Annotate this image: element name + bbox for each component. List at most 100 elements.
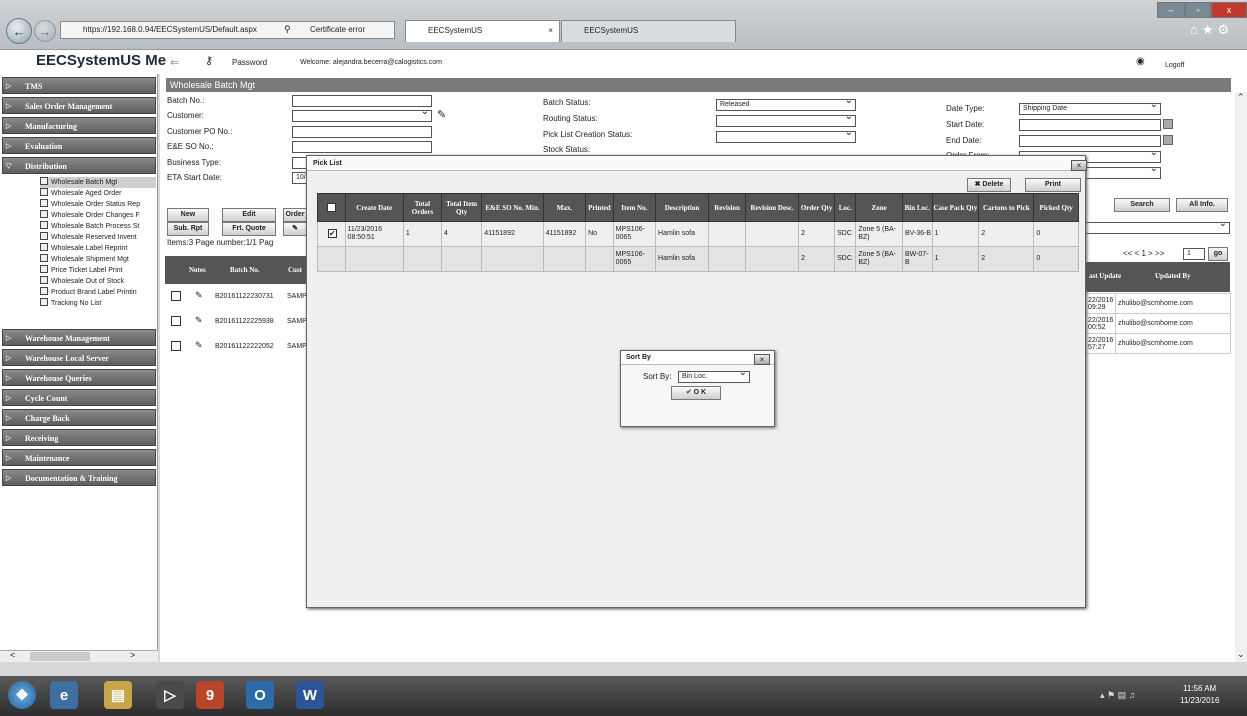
sidebar-item-warehouse-mgmt[interactable]: ▷ Warehouse Management <box>2 329 156 346</box>
close-tab-icon[interactable]: × <box>548 21 553 41</box>
scroll-thumb[interactable] <box>30 652 90 661</box>
sidebar-item-sales-order[interactable]: ▷ Sales Order Management <box>2 97 156 114</box>
clock-date[interactable]: 11/23/2016 <box>1180 696 1219 705</box>
row-select[interactable]: ✔ <box>317 221 346 247</box>
minimize-button[interactable]: – <box>1157 2 1185 18</box>
grid-select[interactable] <box>1085 222 1230 234</box>
chevron-left-icon[interactable]: < <box>10 650 15 660</box>
calendar-icon[interactable] <box>1163 135 1173 145</box>
sub-item[interactable]: Wholesale Shipment Mgt <box>40 254 156 265</box>
sub-item[interactable]: Wholesale Batch Process St <box>40 221 156 232</box>
logoff-link[interactable]: Logoff <box>1165 60 1184 72</box>
back-arrow-icon[interactable]: ⇐ <box>170 56 179 69</box>
horizontal-scrollbar[interactable]: < > <box>0 650 158 662</box>
app-icon[interactable]: 9 <box>196 681 224 709</box>
back-icon[interactable]: ← <box>6 18 32 44</box>
sidebar-item-charge-back[interactable]: ▷ Charge Back <box>2 409 156 426</box>
certificate-error[interactable]: Certificate error <box>310 21 365 39</box>
maximize-button[interactable]: ▫ <box>1185 2 1211 18</box>
close-window-button[interactable]: x <box>1211 2 1247 18</box>
picklist-status-select[interactable] <box>716 131 856 143</box>
order-button[interactable]: Order <box>283 208 307 222</box>
sub-item[interactable]: Price Ticket Label Print <box>40 265 156 276</box>
row-checkbox[interactable] <box>171 316 181 326</box>
end-date-input[interactable] <box>1019 135 1161 147</box>
sidebar-item-tms[interactable]: ▷ TMS <box>2 77 156 94</box>
sub-item[interactable]: Wholesale Label Reprint <box>40 243 156 254</box>
delete-button[interactable]: ✖ Delete <box>967 178 1011 192</box>
tab-active[interactable]: EECSystemUS × <box>405 20 560 42</box>
close-icon[interactable]: × <box>754 354 770 365</box>
chevron-down-icon[interactable]: ⌄ <box>1237 649 1245 660</box>
note-icon[interactable]: ✎ <box>195 340 203 351</box>
sidebar-item-cycle-count[interactable]: ▷ Cycle Count <box>2 389 156 406</box>
toolbar-icons[interactable]: ⌂★⚙ <box>1190 22 1233 38</box>
sidebar-item-maintenance[interactable]: ▷ Maintenance <box>2 449 156 466</box>
table-row[interactable]: ✔ 11/23/2016 08:50:51 1 4 41151892 41151… <box>317 221 1079 247</box>
calendar-icon[interactable] <box>1163 119 1173 129</box>
ok-button[interactable]: ✔ O K <box>671 386 721 400</box>
table-row[interactable]: 22/2016 00:52 zhulibo@scmhome.com <box>1085 313 1231 334</box>
sidebar-item-documentation[interactable]: ▷ Documentation & Training <box>2 469 156 486</box>
start-date-input[interactable] <box>1019 119 1161 131</box>
batch-no-input[interactable] <box>292 95 432 107</box>
chevron-up-icon[interactable]: ⌃ <box>1237 92 1245 103</box>
tab-inactive[interactable]: EECSystemUS <box>561 20 736 42</box>
sub-item[interactable]: Wholesale Out of Stock <box>40 276 156 287</box>
customer-select[interactable] <box>292 110 432 122</box>
page-input[interactable]: 1 <box>1183 248 1205 260</box>
sub-item[interactable]: Wholesale Reserved Invent <box>40 232 156 243</box>
logoff-icon[interactable]: ◉ <box>1136 56 1145 67</box>
extra-select[interactable] <box>1085 167 1161 179</box>
row-checkbox[interactable]: ✔ <box>327 229 337 238</box>
table-row[interactable]: 22/2016 09:29 zhulibo@scmhome.com <box>1085 293 1231 314</box>
ee-so-input[interactable] <box>292 141 432 153</box>
print-button[interactable]: Print <box>1025 178 1081 192</box>
clock-time[interactable]: 11:56 AM <box>1183 684 1216 693</box>
word-icon[interactable]: W <box>296 681 324 709</box>
sub-item[interactable]: Wholesale Aged Order <box>40 188 156 199</box>
chevron-right-icon[interactable]: > <box>130 650 135 660</box>
note-icon[interactable]: ✎ <box>195 315 203 326</box>
sub-item[interactable]: Tracking No List <box>40 298 156 309</box>
sub-item-wholesale-batch-mgt[interactable]: Wholesale Batch Mgt <box>40 177 156 188</box>
note-icon[interactable]: ✎ <box>195 290 203 301</box>
search-button[interactable]: Search <box>1114 198 1170 212</box>
frt-quote-button[interactable]: Frt. Quote <box>222 222 276 236</box>
sub-item[interactable]: Wholesale Order Status Rep <box>40 199 156 210</box>
close-icon[interactable]: × <box>1071 160 1087 171</box>
outlook-icon[interactable]: O <box>246 681 274 709</box>
sub-item[interactable]: Product Brand Label Printin <box>40 287 156 298</box>
row-checkbox[interactable] <box>171 341 181 351</box>
edit-button[interactable]: Edit <box>222 208 276 222</box>
sortby-select[interactable]: Bin Loc. <box>678 371 750 383</box>
edit-pencil-button[interactable]: ✎ <box>283 222 307 236</box>
file-explorer-icon[interactable]: ▤ <box>104 681 132 709</box>
pager[interactable]: << < 1 > >> <box>1123 248 1164 260</box>
batch-status-select[interactable]: Released <box>716 99 856 111</box>
routing-status-select[interactable] <box>716 115 856 127</box>
sub-item[interactable]: Wholesale Order Changes F <box>40 210 156 221</box>
sidebar-item-distribution[interactable]: ▽ Distribution <box>2 157 156 174</box>
new-button[interactable]: New <box>167 208 209 222</box>
tray-icons[interactable]: ▴ ⚑ ▤ ♫ <box>1100 690 1135 701</box>
select-all-checkbox[interactable]: ✓ <box>326 203 336 212</box>
sidebar-item-manufacturing[interactable]: ▷ Manufacturing <box>2 117 156 134</box>
forward-icon[interactable]: → <box>34 20 56 42</box>
search-icon[interactable]: ⚲ <box>284 24 291 35</box>
sidebar-item-warehouse-queries[interactable]: ▷ Warehouse Queries <box>2 369 156 386</box>
edit-icon[interactable]: ✎ <box>437 108 446 121</box>
password-link[interactable]: Password <box>232 57 267 69</box>
sub-rpt-button[interactable]: Sub. Rpt <box>167 222 209 236</box>
table-row[interactable]: MPS106-0065 Hamlin sofa 2 SDC Zone 5 (BA… <box>317 246 1079 272</box>
sidebar-item-receiving[interactable]: ▷ Receiving <box>2 429 156 446</box>
internet-explorer-icon[interactable]: e <box>50 681 78 709</box>
col-select-all[interactable]: ✓ <box>317 193 346 222</box>
go-button[interactable]: go <box>1208 247 1228 261</box>
date-type-select[interactable]: Shipping Date <box>1019 103 1161 115</box>
start-button[interactable]: ❖ <box>8 681 36 709</box>
all-info-button[interactable]: All Info. <box>1176 198 1228 212</box>
table-row[interactable]: 22/2016 57:27 zhulibo@scmhome.com <box>1085 333 1231 354</box>
sidebar-item-warehouse-local[interactable]: ▷ Warehouse Local Server <box>2 349 156 366</box>
sidebar-item-evaluation[interactable]: ▷ Evaluation <box>2 137 156 154</box>
